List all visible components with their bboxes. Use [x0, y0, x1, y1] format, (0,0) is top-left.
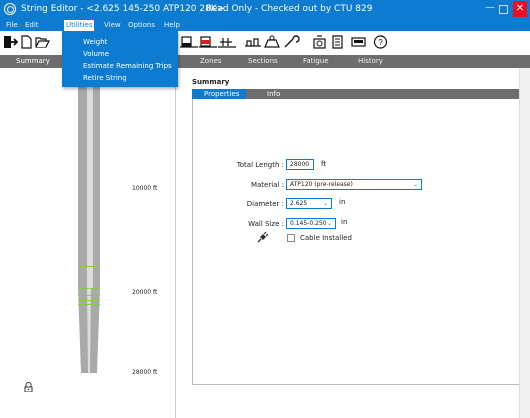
diameter-label: Diameter : — [246, 200, 284, 208]
menu-edit[interactable]: Edit — [25, 21, 39, 29]
wall-size-value: 0.145-0.250 — [290, 220, 327, 227]
chevron-down-icon: ⌄ — [412, 181, 418, 188]
chevron-down-icon: ⌄ — [326, 220, 332, 227]
nav-summary[interactable]: Summary — [16, 57, 50, 65]
string-tool-icon[interactable] — [180, 35, 198, 49]
material-select[interactable]: ATP120 (pre-release) ⌄ — [286, 179, 422, 190]
total-length-input[interactable]: 28000 — [286, 159, 314, 170]
cable-installed-label: Cable Installed — [300, 234, 352, 242]
tab-properties[interactable]: Properties — [192, 89, 246, 99]
wrench-icon[interactable] — [282, 35, 300, 49]
open-folder-icon[interactable] — [35, 35, 50, 49]
title-bar: String Editor - <2.625 145-250 ATP120 28… — [0, 0, 530, 20]
menu-utilities[interactable]: Utilities — [64, 20, 95, 31]
weight-tool-icon[interactable] — [263, 35, 281, 49]
wall-size-select[interactable]: 0.145-0.250 ⌄ — [286, 218, 336, 229]
depth-label-20000: 20000 ft — [132, 289, 158, 296]
help-icon[interactable]: ? — [373, 35, 388, 49]
nav-sections[interactable]: Sections — [248, 57, 278, 65]
properties-content: Total Length : 28000 ft Material : ATP12… — [192, 99, 527, 385]
zone-marker-1 — [78, 266, 100, 267]
menu-item-retire-string[interactable]: Retire String — [83, 74, 127, 82]
sections-tool-icon[interactable] — [218, 35, 236, 49]
summary-tabs: Properties Info — [192, 89, 527, 99]
diameter-select[interactable]: 2.625 ⌄ — [286, 198, 332, 209]
exit-icon[interactable] — [3, 35, 18, 49]
cable-installed-checkbox[interactable] — [287, 234, 295, 242]
message-icon[interactable] — [351, 35, 366, 49]
lock-icon[interactable] — [24, 382, 33, 392]
diameter-value: 2.625 — [290, 200, 308, 207]
nav-history[interactable]: History — [358, 57, 383, 65]
menu-view[interactable]: View — [104, 21, 121, 29]
zone-marker-4 — [78, 304, 100, 305]
nav-fatigue[interactable]: Fatigue — [303, 57, 329, 65]
maximize-button[interactable] — [499, 5, 508, 14]
close-button[interactable]: ✕ — [513, 1, 527, 17]
depth-label-28000: 28000 ft — [132, 369, 158, 376]
total-length-unit: ft — [321, 160, 327, 168]
material-label: Material : — [250, 181, 284, 189]
utilities-dropdown: Weight Volume Estimate Remaining Trips R… — [62, 31, 178, 87]
summary-title: Summary — [192, 78, 230, 86]
zones-tool-icon[interactable] — [199, 35, 217, 49]
zone-marker-3 — [78, 300, 100, 301]
menu-item-volume[interactable]: Volume — [83, 50, 109, 58]
nav-zones[interactable]: Zones — [200, 57, 221, 65]
new-document-icon[interactable] — [19, 35, 34, 49]
minimize-button[interactable]: — — [484, 2, 496, 16]
material-value: ATP120 (pre-release) — [290, 181, 353, 188]
diameter-unit: in — [339, 198, 346, 206]
menu-file[interactable]: File — [6, 21, 18, 29]
scale-icon[interactable] — [312, 35, 327, 49]
chevron-down-icon: ⌄ — [322, 200, 328, 207]
svg-text:?: ? — [378, 38, 383, 47]
wall-size-label: Wall Size : — [248, 220, 284, 228]
tab-info[interactable]: Info — [267, 89, 280, 99]
string-diagram-panel: 10000 ft 20000 ft 28000 ft — [0, 68, 176, 418]
menu-help[interactable]: Help — [164, 21, 180, 29]
fatigue-tool-icon[interactable] — [244, 35, 262, 49]
window-title: String Editor - <2.625 145-250 ATP120 28… — [21, 4, 225, 14]
summary-panel: Summary Properties Info Total Length : 2… — [182, 68, 530, 418]
report-icon[interactable] — [331, 35, 346, 49]
depth-label-10000: 10000 ft — [132, 185, 158, 192]
total-length-label: Total Length : — [236, 161, 284, 169]
menu-bar: File Edit Utilities View Options Help — [0, 20, 530, 31]
app-icon — [4, 3, 16, 15]
vertical-scrollbar[interactable] — [519, 68, 530, 418]
plug-icon — [257, 232, 268, 243]
zone-marker-2 — [78, 295, 100, 296]
wall-size-unit: in — [341, 218, 348, 226]
menu-item-estimate-remaining-trips[interactable]: Estimate Remaining Trips — [83, 62, 172, 70]
menu-options[interactable]: Options — [128, 21, 155, 29]
checkout-status: Read Only - Checked out by CTU 829 — [206, 4, 373, 14]
menu-item-weight[interactable]: Weight — [83, 38, 107, 46]
